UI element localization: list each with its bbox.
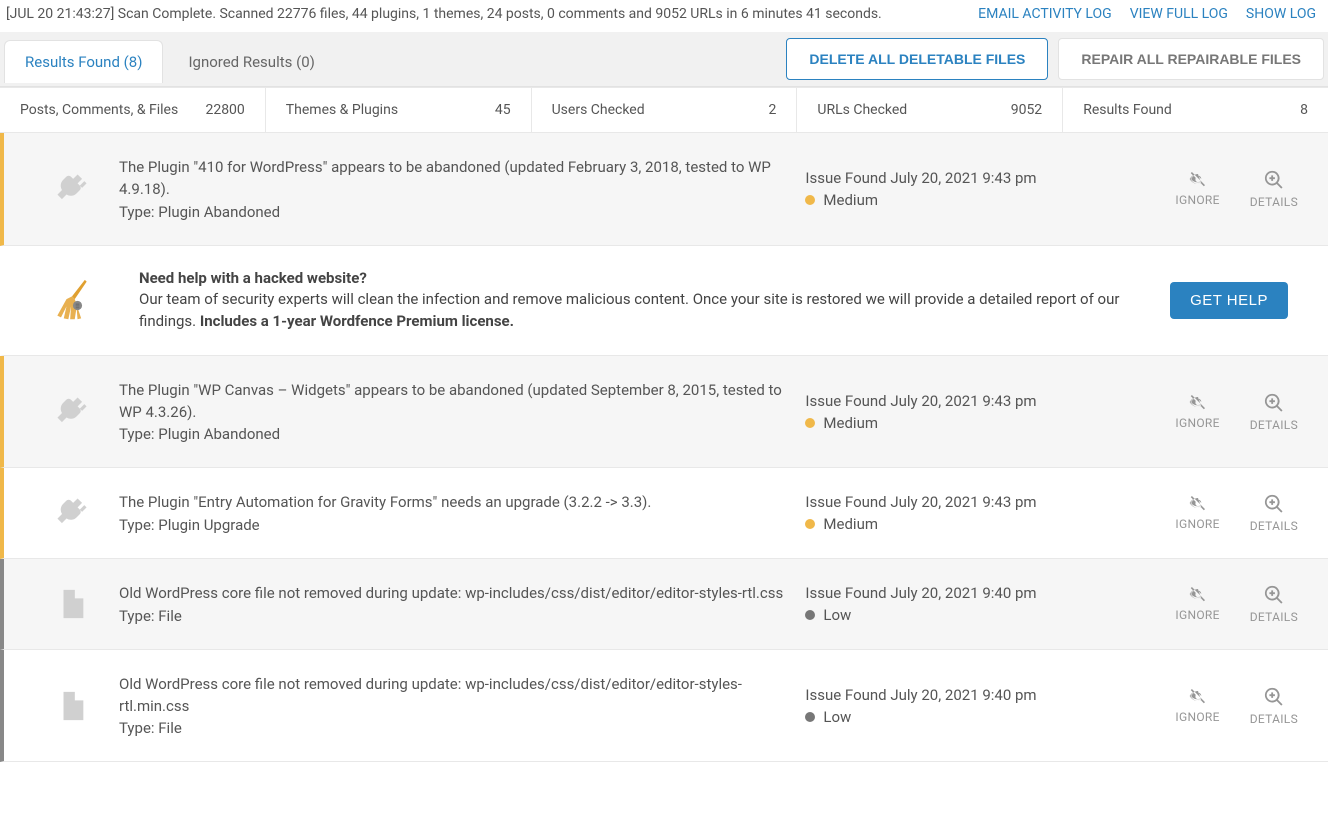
result-row: Old WordPress core file not removed duri… [0, 650, 1328, 763]
stat-label: URLs Checked [817, 102, 907, 118]
stat-label: Themes & Plugins [286, 102, 398, 118]
plugin-icon [24, 170, 119, 208]
result-title: Old WordPress core file not removed duri… [119, 674, 785, 718]
help-banner: Need help with a hacked website? Our tea… [0, 246, 1328, 356]
repair-all-button[interactable]: REPAIR ALL REPAIRABLE FILES [1058, 38, 1324, 80]
action-label: IGNORE [1175, 608, 1219, 622]
result-row: The Plugin "Entry Automation for Gravity… [0, 468, 1328, 559]
stat-label: Users Checked [552, 102, 645, 118]
result-row: The Plugin "WP Canvas – Widgets" appears… [0, 356, 1328, 469]
action-label: DETAILS [1250, 195, 1298, 209]
result-type: Type: Plugin Upgrade [119, 516, 785, 534]
issue-found-date: Issue Found July 20, 2021 9:43 pm [805, 392, 1175, 410]
action-label: IGNORE [1175, 193, 1219, 207]
ignore-button[interactable]: IGNORE [1175, 584, 1219, 624]
issue-found-date: Issue Found July 20, 2021 9:43 pm [805, 493, 1175, 511]
severity-label: Medium [823, 191, 878, 209]
result-title: The Plugin "410 for WordPress" appears t… [119, 157, 785, 201]
severity-label: Low [823, 708, 851, 726]
action-label: DETAILS [1250, 610, 1298, 624]
stat-label: Posts, Comments, & Files [20, 102, 178, 118]
action-label: DETAILS [1250, 418, 1298, 432]
issue-found-date: Issue Found July 20, 2021 9:40 pm [805, 584, 1175, 602]
severity-label: Low [823, 606, 851, 624]
result-title: The Plugin "Entry Automation for Gravity… [119, 492, 785, 514]
details-button[interactable]: DETAILS [1250, 686, 1298, 726]
tab-ignored-results[interactable]: Ignored Results (0) [167, 40, 335, 83]
result-row: Old WordPress core file not removed duri… [0, 559, 1328, 650]
tab-results-found[interactable]: Results Found (8) [4, 40, 163, 83]
details-button[interactable]: DETAILS [1250, 392, 1298, 432]
stat-label: Results Found [1083, 102, 1172, 118]
result-type: Type: Plugin Abandoned [119, 425, 785, 443]
action-label: IGNORE [1175, 517, 1219, 531]
action-label: IGNORE [1175, 710, 1219, 724]
stat-themes: Themes & Plugins 45 [266, 88, 532, 132]
severity: Low [805, 708, 1175, 726]
broom-icon [24, 278, 119, 322]
file-icon [24, 584, 119, 624]
severity-label: Medium [823, 414, 878, 432]
details-button[interactable]: DETAILS [1250, 169, 1298, 209]
ignore-button[interactable]: IGNORE [1175, 169, 1219, 209]
severity-dot-icon [805, 712, 815, 722]
stat-value: 8 [1300, 102, 1308, 118]
severity-dot-icon [805, 418, 815, 428]
stat-users: Users Checked 2 [532, 88, 798, 132]
action-label: DETAILS [1250, 519, 1298, 533]
delete-all-button[interactable]: DELETE ALL DELETABLE FILES [786, 38, 1048, 80]
result-type: Type: File [119, 719, 785, 737]
scan-status-text: [JUL 20 21:43:27] Scan Complete. Scanned… [6, 6, 882, 22]
severity-dot-icon [805, 610, 815, 620]
ignore-button[interactable]: IGNORE [1175, 493, 1219, 533]
plugin-icon [24, 393, 119, 431]
stat-value: 9052 [1011, 102, 1042, 118]
severity: Medium [805, 515, 1175, 533]
stat-posts: Posts, Comments, & Files 22800 [0, 88, 266, 132]
issue-found-date: Issue Found July 20, 2021 9:43 pm [805, 169, 1175, 187]
stat-value: 2 [769, 102, 777, 118]
result-row: The Plugin "410 for WordPress" appears t… [0, 133, 1328, 246]
severity-dot-icon [805, 195, 815, 205]
stat-urls: URLs Checked 9052 [797, 88, 1063, 132]
ignore-button[interactable]: IGNORE [1175, 686, 1219, 726]
severity: Medium [805, 414, 1175, 432]
severity-dot-icon [805, 519, 815, 529]
issue-found-date: Issue Found July 20, 2021 9:40 pm [805, 686, 1175, 704]
details-button[interactable]: DETAILS [1250, 493, 1298, 533]
severity: Low [805, 606, 1175, 624]
get-help-button[interactable]: GET HELP [1170, 282, 1288, 319]
details-button[interactable]: DETAILS [1250, 584, 1298, 624]
severity-label: Medium [823, 515, 878, 533]
stat-results: Results Found 8 [1063, 88, 1328, 132]
action-label: IGNORE [1175, 416, 1219, 430]
file-icon [24, 686, 119, 726]
view-full-log-link[interactable]: VIEW FULL LOG [1130, 6, 1228, 22]
stat-value: 22800 [205, 102, 244, 118]
result-title: Old WordPress core file not removed duri… [119, 583, 785, 605]
result-type: Type: Plugin Abandoned [119, 203, 785, 221]
severity: Medium [805, 191, 1175, 209]
action-label: DETAILS [1250, 712, 1298, 726]
show-log-link[interactable]: SHOW LOG [1246, 6, 1316, 22]
plugin-icon [24, 494, 119, 532]
help-title: Need help with a hacked website? [139, 269, 367, 287]
ignore-button[interactable]: IGNORE [1175, 392, 1219, 432]
email-activity-log-link[interactable]: EMAIL ACTIVITY LOG [978, 6, 1112, 22]
help-bold: Includes a 1-year Wordfence Premium lice… [200, 312, 514, 330]
result-title: The Plugin "WP Canvas – Widgets" appears… [119, 380, 785, 424]
result-type: Type: File [119, 607, 785, 625]
stat-value: 45 [495, 102, 511, 118]
